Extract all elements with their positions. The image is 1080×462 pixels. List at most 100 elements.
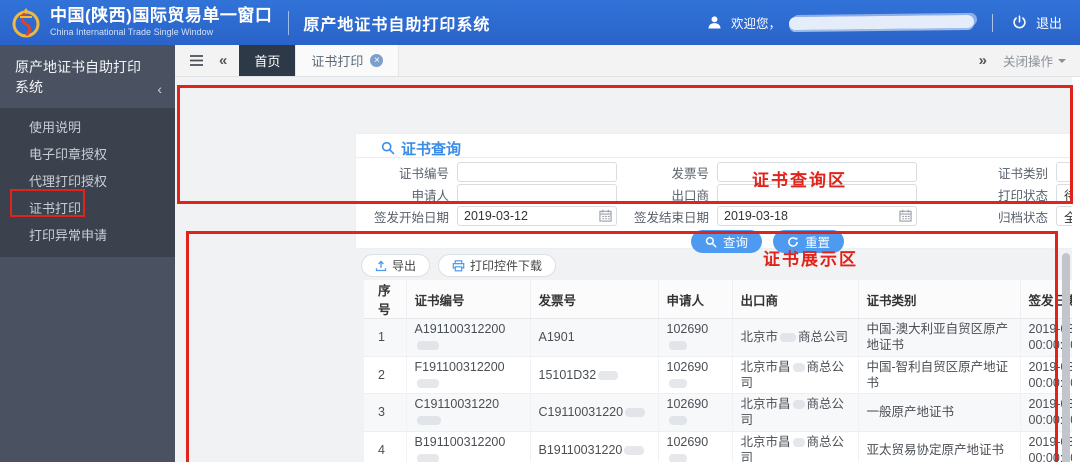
- table-cell: 北京市昌 商总公司: [732, 356, 859, 394]
- calendar-icon[interactable]: [599, 209, 612, 222]
- certificate-table: 序号证书编号发票号申请人出口商证书类别签发日期附件接收状态 1A19110031…: [364, 280, 1080, 462]
- table-cell: 一般原产地证书: [858, 393, 1021, 432]
- redaction-smudge: [668, 453, 687, 462]
- invoice-no-label: 发票号: [671, 166, 709, 181]
- tab-home[interactable]: 首页: [239, 45, 296, 76]
- redaction-smudge: [668, 416, 687, 426]
- table-cell: 1: [364, 318, 407, 357]
- table-cell: 3: [364, 393, 407, 432]
- table-row[interactable]: 2 F191100312200 15101D32 102690 北京市昌 商总公司 中国-智…: [364, 356, 1080, 394]
- sidebar-item-print-exception[interactable]: 打印异常申请: [0, 222, 175, 249]
- table-row[interactable]: 3 C19110031220 C19110031220 102690 北京市昌 商总公司一…: [364, 393, 1080, 432]
- table-cell: 2019-03-18 00:00:00: [1020, 393, 1080, 432]
- table-cell: C19110031220: [406, 393, 531, 432]
- column-header: 出口商: [732, 280, 859, 319]
- query-panel-header: 证书查询: [356, 134, 1080, 158]
- tabs-scroll-right-icon[interactable]: »: [979, 52, 987, 69]
- print-control-download-button[interactable]: 打印控件下载: [438, 254, 557, 277]
- app-header: 中国(陕西)国际贸易单一窗口 China International Trade…: [0, 0, 1080, 45]
- applicant-input[interactable]: [457, 184, 617, 204]
- redaction-smudge: [416, 378, 439, 388]
- redaction-smudge: [668, 341, 687, 351]
- sidebar-collapse-icon[interactable]: ‹: [157, 79, 162, 99]
- table-cell: A191100312200: [406, 318, 531, 357]
- redaction-smudge: [416, 416, 441, 426]
- page-scroll-track: [1072, 77, 1080, 462]
- tab-cert-print[interactable]: 证书打印 ×: [295, 45, 400, 76]
- table-cell: 北京市昌 商总公司: [732, 393, 859, 432]
- cert-type-label: 证书类别: [997, 166, 1048, 181]
- sidebar-title: 原产地证书自助打印系统 ‹: [15, 59, 162, 99]
- redaction-smudge: [792, 400, 805, 410]
- table-cell: F191100312200: [406, 356, 531, 394]
- exporter-label: 出口商: [671, 188, 709, 203]
- table-cell: 102690: [658, 356, 733, 394]
- sidebar-menu: 使用说明 电子印章授权 代理打印授权 证书打印 打印异常申请: [0, 108, 175, 257]
- logout-button[interactable]: 退出: [1036, 13, 1062, 32]
- redaction-smudge: [624, 445, 645, 455]
- sidebar-item-cert-print[interactable]: 证书打印: [0, 195, 175, 222]
- redaction-smudge: [780, 333, 797, 343]
- sidebar-item-e-seal-auth[interactable]: 电子印章授权: [0, 141, 175, 168]
- header-vbar: [991, 13, 993, 32]
- user-icon: [708, 16, 721, 29]
- query-form: 证书编号 发票号 证书类别 申请人 出口商 打印状态 待打印 签发开始日期: [356, 158, 1080, 226]
- export-button[interactable]: 导出: [361, 254, 431, 277]
- column-header: 申请人: [658, 280, 733, 319]
- column-header: 证书类别: [858, 280, 1021, 319]
- table-row[interactable]: 1 A191100312200 A1901 102690 北京市 商总公司 中国-澳大利亚自…: [364, 318, 1080, 357]
- table-cell: 北京市昌 商总公司: [732, 431, 859, 462]
- export-icon: [375, 260, 387, 271]
- table-cell: 4: [364, 431, 407, 462]
- column-header: 发票号: [530, 280, 659, 319]
- table-cell: 2019-03-18 00:00:00: [1020, 431, 1080, 462]
- brand: 中国(陕西)国际贸易单一窗口 China International Trade…: [0, 7, 490, 39]
- column-header: 签发日期: [1020, 280, 1080, 319]
- table-cell: 2: [364, 356, 407, 394]
- table-toolbar: 导出 打印控件下载: [361, 254, 557, 277]
- menu-icon[interactable]: [189, 54, 204, 67]
- invoice-no-input[interactable]: [717, 162, 917, 182]
- column-header: 序号: [364, 280, 407, 319]
- calendar-icon[interactable]: [899, 209, 912, 222]
- table-cell: 102690: [658, 431, 733, 462]
- brand-title: 中国(陕西)国际贸易单一窗口: [50, 6, 273, 26]
- issue-start-input[interactable]: [457, 206, 617, 226]
- tabs: 首页 证书打印 ×: [239, 45, 400, 76]
- table-cell: 2019-03-18 00:00:00: [1020, 356, 1080, 394]
- table-cell: B191100312200: [406, 431, 531, 462]
- table-header-row: 序号证书编号发票号申请人出口商证书类别签发日期附件接收状态: [364, 280, 1080, 319]
- table-row[interactable]: 4 B191100312200 B19110031220 102690 北京市昌 商总公司…: [364, 431, 1080, 462]
- table-cell: 中国-智利自贸区原产地证书: [858, 356, 1021, 394]
- exporter-input[interactable]: [717, 184, 917, 204]
- table-cell: 102690: [658, 393, 733, 432]
- table-cell: 2019-03-18 00:00:00: [1020, 318, 1080, 357]
- table-cell: C19110031220: [530, 393, 659, 432]
- scrollbar-thumb[interactable]: [1062, 253, 1070, 462]
- search-icon: [381, 141, 395, 155]
- search-button[interactable]: 查询: [691, 230, 763, 253]
- sidebar-item-agent-print-auth[interactable]: 代理打印授权: [0, 168, 175, 195]
- tabs-scroll-left-icon[interactable]: «: [219, 52, 227, 69]
- table-cell: 102690: [658, 318, 733, 357]
- tab-bar: « 首页 证书打印 × » 关闭操作: [175, 45, 1080, 77]
- power-icon[interactable]: [1011, 14, 1028, 31]
- redaction-smudge: [668, 378, 687, 388]
- issue-end-input[interactable]: [717, 206, 917, 226]
- brand-logo-icon: [12, 7, 40, 37]
- redaction-smudge: [792, 362, 805, 372]
- redaction-smudge: [598, 370, 619, 380]
- reset-button[interactable]: 重置: [773, 230, 845, 253]
- redaction-smudge: [792, 437, 805, 447]
- sidebar: 原产地证书自助打印系统 ‹ 使用说明 电子印章授权 代理打印授权 证书打印 打印异常申请: [0, 45, 175, 462]
- brand-subtitle: China International Trade Single Window: [50, 26, 214, 37]
- close-operations-menu[interactable]: 关闭操作: [1003, 51, 1066, 70]
- sidebar-item-usage-help[interactable]: 使用说明: [0, 114, 175, 141]
- user-area: 欢迎您， 退出: [706, 13, 1080, 32]
- cert-no-input[interactable]: [457, 162, 617, 182]
- welcome-label: 欢迎您，: [730, 17, 781, 31]
- table-cell: 中国-澳大利亚自贸区原产地证书: [858, 318, 1021, 357]
- table-cell: A1901: [530, 318, 659, 357]
- applicant-label: 申请人: [411, 188, 449, 203]
- close-tab-icon[interactable]: ×: [370, 54, 384, 67]
